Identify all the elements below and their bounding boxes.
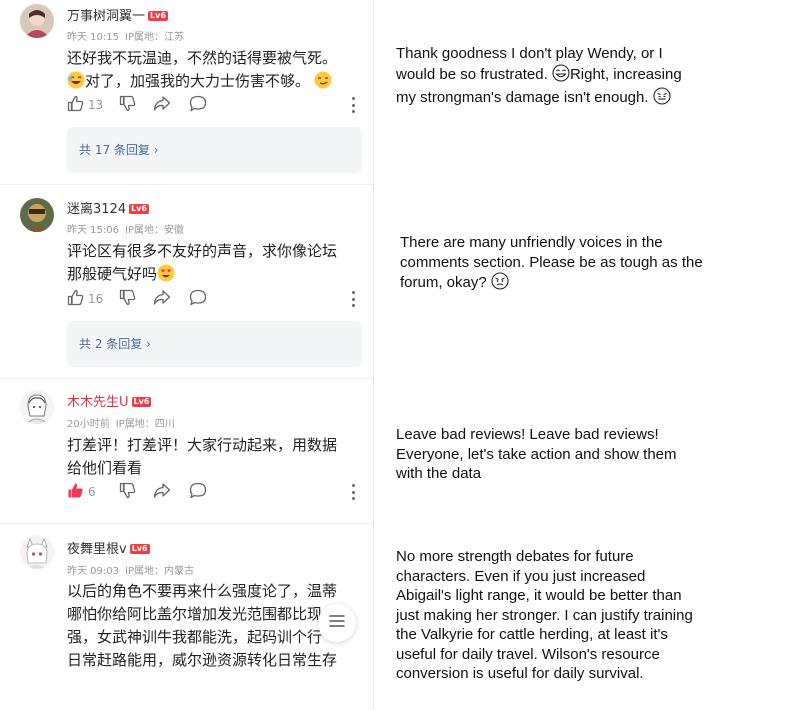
smirk-emoji-icon [314, 71, 332, 96]
laughing-emoji-outline-icon [552, 63, 570, 88]
username[interactable]: 迷离3124 Lv6 [67, 198, 149, 217]
thumbs-down-icon [119, 95, 136, 116]
laughing-emoji-icon [67, 71, 85, 96]
more-options-icon[interactable] [351, 291, 355, 307]
reply-button[interactable] [189, 95, 207, 115]
comment-actions: 6 [67, 482, 359, 502]
panel-divider [373, 0, 374, 710]
like-count: 6 [88, 485, 96, 499]
like-button[interactable]: 6 [67, 482, 96, 502]
comment-meta: 昨天 15:06 IP属地：安徽 [67, 221, 184, 236]
list-menu-button[interactable] [318, 604, 356, 642]
avatar[interactable] [20, 390, 54, 424]
reply-thread-box[interactable]: 共 17 条回复 › [67, 127, 362, 173]
share-icon [153, 482, 171, 503]
divider [0, 523, 374, 524]
divider [0, 378, 374, 379]
smirk-emoji-outline-icon [653, 87, 671, 111]
username[interactable]: 万事树洞翼一 Lv6 [67, 5, 168, 24]
comment-meta: 昨天 10:15 IP属地：江苏 [67, 28, 184, 43]
more-options-icon[interactable] [351, 97, 355, 113]
like-button[interactable]: 13 [67, 95, 103, 115]
comment-text: 打差评！打差评！大家行动起来，用数据 给他们看看 [67, 436, 338, 477]
comment-text: 以后的角色不要再来什么强度论了，温蒂 哪怕你给阿比盖尔增加发光范围都比现 强，女… [67, 582, 338, 669]
thumbs-up-icon [67, 289, 84, 310]
reply-button[interactable] [189, 482, 207, 502]
comment-actions: 16 [67, 289, 359, 309]
comment-time: 昨天 09:03 [67, 566, 119, 577]
comment-bubble-icon [189, 289, 207, 310]
thumbs-up-filled-icon [67, 482, 84, 503]
username[interactable]: 木木先生U Lv6 [67, 391, 152, 410]
share-button[interactable] [153, 289, 171, 309]
level-badge: Lv6 [131, 397, 152, 407]
avatar[interactable] [20, 4, 54, 38]
avatar[interactable] [20, 535, 54, 569]
divider [0, 184, 374, 185]
thumbs-up-icon [67, 95, 84, 116]
menu-lines-icon [328, 613, 346, 633]
translation-4: No more strength debates for future char… [396, 548, 693, 682]
like-button[interactable]: 16 [67, 289, 103, 309]
translation-2: There are many unfriendly voices in the … [400, 233, 710, 296]
thumbs-down-icon [119, 482, 136, 503]
share-icon [153, 95, 171, 116]
level-badge: Lv6 [148, 11, 168, 21]
dislike-button[interactable] [119, 482, 136, 502]
comment-meta: 20小时前 IP属地：四川 [67, 415, 175, 430]
comment-time: 20小时前 [67, 419, 110, 430]
more-options-icon[interactable] [351, 484, 355, 500]
reply-button[interactable] [189, 289, 207, 309]
comment-time: 昨天 10:15 [67, 32, 119, 43]
view-replies-link[interactable]: 共 17 条回复 › [79, 141, 159, 158]
comment-actions: 13 [67, 95, 359, 115]
dislike-button[interactable] [119, 95, 136, 115]
view-replies-link[interactable]: 共 2 条回复 › [79, 335, 151, 352]
like-count: 16 [88, 292, 104, 306]
ip-location: IP属地：四川 [115, 419, 175, 430]
comment-text: 评论区有很多不友好的声音，求你像论坛 那般硬气好吗 [67, 240, 359, 289]
ip-location: IP属地：江苏 [125, 32, 184, 43]
ip-location: IP属地：内蒙古 [125, 566, 194, 577]
level-badge: Lv6 [129, 544, 150, 554]
share-button[interactable] [153, 95, 171, 115]
ip-location: IP属地：安徽 [125, 225, 184, 236]
heart-eyes-emoji-icon [157, 264, 175, 289]
comment-time: 昨天 15:06 [67, 225, 119, 236]
translation-3: Leave bad reviews! Leave bad reviews! Ev… [396, 426, 677, 482]
comment-meta: 昨天 09:03 IP属地：内蒙古 [67, 562, 194, 577]
comment-bubble-icon [189, 482, 207, 503]
angry-emoji-outline-icon [491, 272, 509, 296]
comment-text: 还好我不玩温迪，不然的话得要被气死。 对了，加强我的大力士伤害不够。 [67, 47, 359, 96]
avatar[interactable] [20, 198, 54, 232]
like-count: 13 [88, 98, 104, 112]
dislike-button[interactable] [119, 289, 136, 309]
level-badge: Lv6 [129, 204, 149, 214]
comment-list: 万事树洞翼一 Lv6 昨天 10:15 IP属地：江苏 还好我不玩温迪，不然的话得要… [0, 0, 374, 710]
reply-thread-box[interactable]: 共 2 条回复 › [67, 321, 362, 367]
share-icon [153, 289, 171, 310]
share-button[interactable] [153, 482, 171, 502]
comment-bubble-icon [189, 95, 207, 116]
translation-1: Thank goodness I don't play Wendy, or I … [396, 44, 696, 111]
username[interactable]: 夜舞里根v Lv6 [67, 538, 150, 557]
thumbs-down-icon [119, 289, 136, 310]
